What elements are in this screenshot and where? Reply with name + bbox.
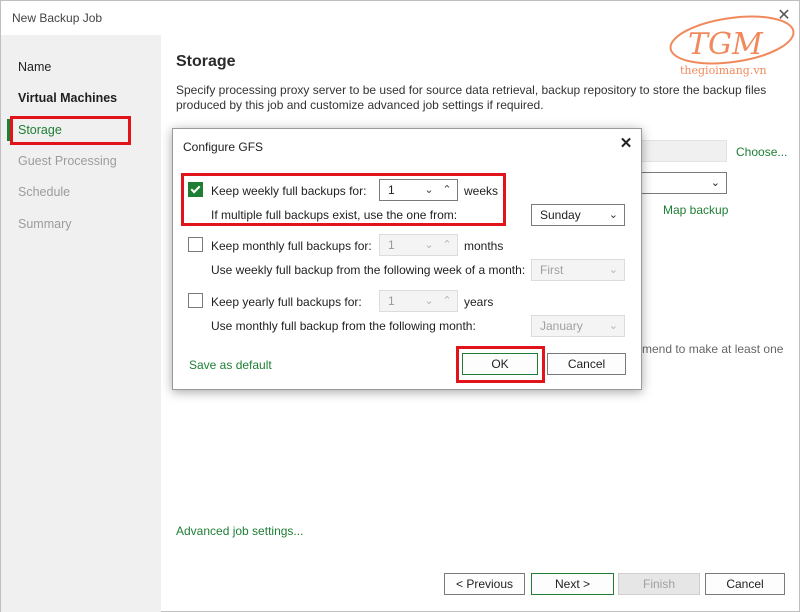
- window-title: New Backup Job: [12, 11, 103, 25]
- ok-button[interactable]: OK: [462, 353, 538, 375]
- yearly-month-value: January: [540, 319, 583, 333]
- chevron-down-icon: ⌄: [608, 209, 618, 221]
- next-button[interactable]: Next >: [531, 573, 614, 595]
- weekly-label: Keep weekly full backups for:: [211, 184, 367, 198]
- weekly-count-stepper[interactable]: 1 ⌄ ⌃: [379, 179, 458, 201]
- advanced-job-settings-link[interactable]: Advanced job settings...: [176, 524, 303, 538]
- yearly-count-stepper: 1 ⌄ ⌃: [379, 290, 458, 312]
- save-as-default-link[interactable]: Save as default: [189, 358, 272, 372]
- choose-link[interactable]: Choose...: [736, 145, 787, 159]
- chevron-down-icon[interactable]: ⌄: [422, 182, 436, 198]
- dialog-close-icon[interactable]: ✕: [619, 135, 633, 153]
- cancel-button[interactable]: Cancel: [705, 573, 785, 595]
- yearly-count-value: 1: [388, 294, 395, 308]
- yearly-sub-label: Use monthly full backup from the followi…: [211, 319, 476, 333]
- yearly-unit: years: [464, 295, 494, 309]
- wizard-steps-sidebar: Name Virtual Machines Storage Guest Proc…: [1, 35, 161, 612]
- chevron-down-icon: ⌄: [608, 320, 618, 332]
- chevron-up-icon[interactable]: ⌃: [440, 182, 454, 198]
- step-name[interactable]: Name: [18, 60, 51, 74]
- backup-proxy-field[interactable]: [641, 140, 727, 162]
- monthly-count-stepper: 1 ⌄ ⌃: [379, 234, 458, 256]
- weekly-unit: weeks: [464, 184, 499, 198]
- previous-button[interactable]: < Previous: [444, 573, 525, 595]
- monthly-count-value: 1: [388, 238, 395, 252]
- monthly-week-value: First: [540, 263, 564, 277]
- monthly-label: Keep monthly full backups for:: [211, 239, 372, 253]
- monthly-week-select: First ⌄: [531, 259, 625, 281]
- map-backup-link[interactable]: Map backup: [663, 203, 728, 217]
- watermark-site-text: thegioimang.vn: [680, 64, 767, 77]
- weekly-sub-label: If multiple full backups exist, use the …: [211, 208, 458, 222]
- monthly-sub-label: Use weekly full backup from the followin…: [211, 263, 526, 277]
- chevron-up-icon: ⌃: [442, 239, 452, 251]
- chevron-down-icon: ⌄: [710, 177, 720, 189]
- yearly-month-select: January ⌄: [531, 315, 625, 337]
- backup-repository-combo[interactable]: ⌄: [641, 172, 727, 194]
- gfs-info-text: mend to make at least one: [642, 342, 784, 356]
- yearly-checkbox[interactable]: [188, 293, 203, 308]
- weekly-day-select[interactable]: Sunday ⌄: [531, 204, 625, 226]
- finish-button: Finish: [618, 573, 700, 595]
- svg-text:TGM: TGM: [688, 27, 764, 62]
- chevron-down-icon: ⌄: [608, 264, 618, 276]
- active-step-indicator: [7, 119, 10, 141]
- step-schedule: Schedule: [18, 185, 71, 199]
- configure-gfs-dialog: Configure GFS ✕ Keep weekly full backups…: [172, 128, 642, 390]
- checkmark-icon: [190, 183, 201, 194]
- step-virtual-machines[interactable]: Virtual Machines: [18, 91, 117, 105]
- step-guest-processing: Guest Processing: [18, 154, 117, 168]
- step-summary: Summary: [18, 217, 72, 231]
- step-storage[interactable]: Storage: [18, 123, 62, 137]
- chevron-down-icon: ⌄: [424, 295, 434, 307]
- chevron-up-icon: ⌃: [442, 295, 452, 307]
- yearly-label: Keep yearly full backups for:: [211, 295, 362, 309]
- chevron-down-icon: ⌄: [424, 239, 434, 251]
- weekly-day-value: Sunday: [540, 208, 581, 222]
- dialog-cancel-button[interactable]: Cancel: [547, 353, 626, 375]
- weekly-count-value: 1: [388, 183, 395, 197]
- dialog-title: Configure GFS: [183, 140, 264, 154]
- page-title: Storage: [176, 53, 236, 70]
- monthly-checkbox[interactable]: [188, 237, 203, 252]
- weekly-checkbox[interactable]: [188, 182, 203, 197]
- page-description: Specify processing proxy server to be us…: [176, 83, 767, 112]
- monthly-unit: months: [464, 239, 504, 253]
